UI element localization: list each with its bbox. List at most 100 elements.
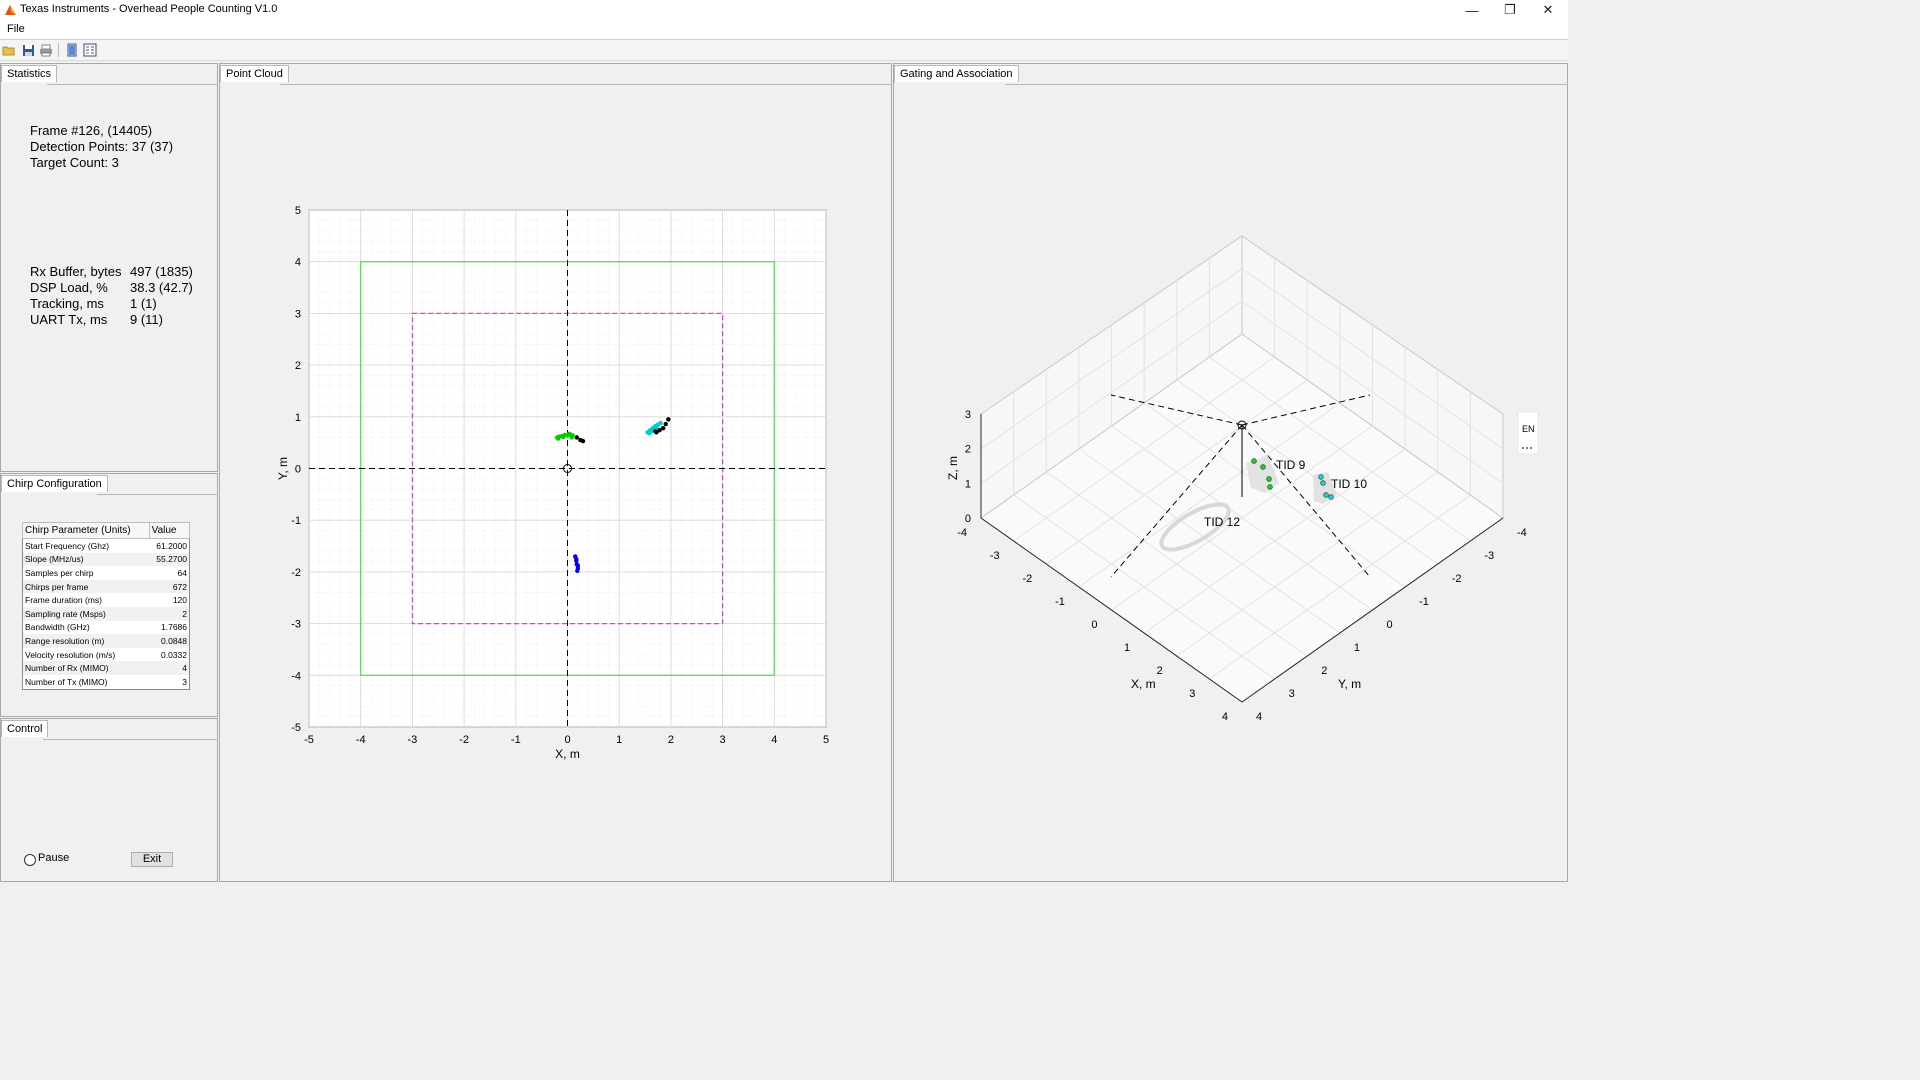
gating-3d-chart[interactable]: -4 -3 -2 -1 0 1 2 3 4 4 3 2 1 0 -1 -2 -3 -4 0 1 2 3 X, m Y, m… xyxy=(893,63,1568,882)
y-tick-label: 0 xyxy=(1387,619,1393,631)
data-point xyxy=(561,434,566,440)
value-cell: 3 xyxy=(182,676,187,687)
tab-control[interactable]: Control xyxy=(1,720,49,737)
detection-points: Detection Points: 37 (37) xyxy=(30,139,174,154)
param-cell: Bandwidth (GHz) xyxy=(25,622,90,633)
data-point xyxy=(574,556,579,562)
data-point xyxy=(654,424,659,430)
exit-button[interactable]: Exit xyxy=(131,852,173,867)
x-tick-label: 0 xyxy=(1091,619,1097,631)
table-row: Samples per chirp 64 xyxy=(23,566,190,580)
y-axis-label: Y, m xyxy=(276,457,290,480)
x-tick-label: 2 xyxy=(1157,665,1163,677)
tab-statistics[interactable]: Statistics xyxy=(1,65,58,82)
toolbar xyxy=(0,40,1568,61)
value-cell: 2 xyxy=(149,606,190,621)
open-folder-icon[interactable] xyxy=(1,42,17,58)
param-cell: Slope (MHz/us) xyxy=(22,552,150,567)
y-tick-label: 1 xyxy=(1354,642,1360,654)
table-header-row: Chirp Parameter (Units) Value xyxy=(22,522,191,539)
y-tick-label: -1 xyxy=(291,515,301,527)
param-cell: Chirps per frame xyxy=(22,579,150,594)
print-icon[interactable] xyxy=(38,42,54,58)
y-tick-label: 3 xyxy=(295,308,301,320)
save-icon[interactable] xyxy=(20,42,36,58)
y-tick-label: -4 xyxy=(1517,527,1527,539)
table-row: Chirps per frame 672 xyxy=(22,579,190,594)
x-tick-label: 0 xyxy=(564,734,570,746)
x-tick-label: 1 xyxy=(1124,642,1130,654)
close-icon[interactable]: ✕ xyxy=(1530,0,1566,20)
table-row: Frame duration (ms) 120 xyxy=(23,593,190,607)
x-axis-label: X, m xyxy=(1131,677,1156,691)
metric-value: 9 (11) xyxy=(130,312,163,327)
value-cell: 0.0848 xyxy=(149,634,190,648)
target-point xyxy=(1320,480,1326,486)
tab-chirp-configuration[interactable]: Chirp Configuration xyxy=(1,475,108,492)
value-cell: 1.7686 xyxy=(161,622,187,633)
target-label-tid9: TID 9 xyxy=(1276,458,1306,472)
param-cell: Samples per chirp xyxy=(25,567,94,578)
data-point xyxy=(569,435,574,440)
metric-label: Rx Buffer, bytes xyxy=(30,264,122,279)
column-header-value[interactable]: Value xyxy=(148,522,191,539)
metric-label: UART Tx, ms xyxy=(30,312,108,327)
colorbar-icon[interactable] xyxy=(64,42,80,58)
z-tick-label: 1 xyxy=(965,478,971,490)
x-tick-label: 3 xyxy=(720,734,726,746)
y-tick-label: 2 xyxy=(1321,665,1327,677)
metric-label: DSP Load, % xyxy=(30,280,108,295)
y-tick-label: -4 xyxy=(291,670,301,682)
x-tick-label: -3 xyxy=(408,734,418,746)
y-tick-label: -2 xyxy=(291,567,301,579)
y-tick-label: 5 xyxy=(295,205,301,217)
x-tick-label: -4 xyxy=(356,734,366,746)
value-cell: 672 xyxy=(149,579,190,594)
y-tick-label: -5 xyxy=(291,722,301,734)
minimize-icon[interactable]: — xyxy=(1454,0,1490,20)
data-point xyxy=(663,421,668,427)
x-tick-label: -2 xyxy=(1022,573,1032,585)
param-cell: Velocity resolution (m/s) xyxy=(25,649,116,660)
value-cell: 0.0332 xyxy=(161,649,187,660)
target-point xyxy=(1251,458,1257,464)
y-tick-label: 4 xyxy=(1256,711,1262,723)
target-count: Target Count: 3 xyxy=(30,155,119,170)
z-tick-label: 2 xyxy=(965,444,971,456)
y-tick-label: -1 xyxy=(1419,596,1429,608)
x-tick-label: -4 xyxy=(957,527,967,539)
maximize-icon[interactable]: ❐ xyxy=(1492,0,1528,20)
table-row: Bandwidth (GHz) 1.7686 xyxy=(23,621,190,635)
value-cell: 4 xyxy=(149,661,190,675)
pause-radio[interactable] xyxy=(24,854,36,866)
data-point xyxy=(580,438,586,444)
data-point xyxy=(646,431,652,436)
target-point xyxy=(1260,464,1266,470)
x-tick-label: 2 xyxy=(668,734,674,746)
data-point xyxy=(575,563,581,568)
data-point xyxy=(575,568,580,574)
param-cell: Range resolution (m) xyxy=(22,634,150,648)
legend-icon[interactable] xyxy=(82,42,98,58)
menu-file[interactable]: File xyxy=(7,23,25,35)
table-row: Slope (MHz/us) 55.2700 xyxy=(22,552,190,567)
y-axis-label: Y, m xyxy=(1338,677,1361,691)
target-point xyxy=(1328,494,1334,500)
x-tick-label: -5 xyxy=(304,734,314,746)
control-panel: Control Pause Exit xyxy=(0,718,218,882)
table-row: Number of Tx (MIMO) 3 xyxy=(23,675,190,689)
value-cell: 61.2000 xyxy=(156,540,187,551)
target-point xyxy=(1267,484,1273,490)
metric-value: 1 (1) xyxy=(130,296,157,311)
window-title: Texas Instruments - Overhead People Coun… xyxy=(20,3,278,15)
y-tick-label: 0 xyxy=(295,464,301,476)
data-point xyxy=(654,430,659,435)
value-cell: 120 xyxy=(172,595,187,606)
value-cell: 55.2700 xyxy=(149,552,190,567)
point-cloud-chart[interactable]: -5 -4 -3 -2 -1 0 1 2 3 4 5 -5 -4 -3 -2 -1 0 1 2 3 4 5 X, m Y,… xyxy=(219,63,892,882)
column-header-param[interactable]: Chirp Parameter (Units) xyxy=(22,522,150,539)
param-cell: Sampling rate (Msps) xyxy=(22,606,150,621)
frame-number: Frame #126, (14405) xyxy=(30,123,153,138)
value-cell: 64 xyxy=(177,567,187,578)
z-tick-label: 0 xyxy=(965,513,971,525)
